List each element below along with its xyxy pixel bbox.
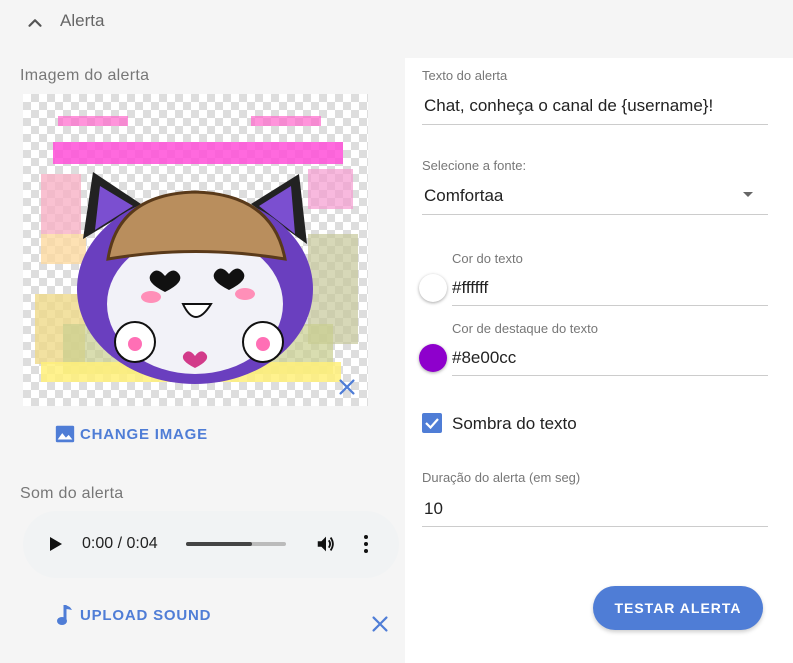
audio-player[interactable]: 0:00 / 0:04 [23, 511, 399, 578]
duration-label: Duração do alerta (em seg) [422, 470, 581, 485]
text-shadow-label[interactable]: Sombra do texto [452, 414, 577, 434]
audio-progress [186, 542, 252, 546]
remove-sound-icon[interactable] [369, 613, 391, 635]
change-image-label: CHANGE IMAGE [80, 425, 208, 443]
image-icon [55, 425, 75, 443]
alert-text-label: Texto do alerta [422, 68, 508, 83]
sound-section-label: Som do alerta [20, 485, 124, 502]
image-section-label: Imagem do alerta [20, 67, 150, 84]
alert-image [35, 116, 358, 384]
audio-time: 0:00 / 0:04 [82, 535, 158, 552]
highlight-color-input[interactable]: #8e00cc [452, 348, 516, 368]
text-color-input[interactable]: #ffffff [452, 278, 488, 298]
test-alert-label: TESTAR ALERTA [614, 600, 742, 616]
text-color-underline [452, 305, 768, 306]
chevron-up-icon[interactable] [24, 12, 46, 34]
text-color-swatch[interactable] [419, 274, 447, 302]
duration-input[interactable]: 10 [424, 499, 443, 519]
text-color-label: Cor do texto [452, 251, 523, 266]
text-shadow-checkbox[interactable] [422, 413, 442, 433]
check-icon [425, 418, 439, 430]
section-header[interactable]: Alerta [0, 0, 793, 58]
highlight-color-underline [452, 375, 768, 376]
change-image-button[interactable]: CHANGE IMAGE [54, 423, 208, 445]
font-select[interactable]: Comfortaa [424, 186, 503, 206]
font-select-underline [422, 214, 768, 215]
alert-image-preview [23, 94, 368, 406]
more-options-icon[interactable] [361, 533, 371, 555]
alert-text-underline [422, 124, 768, 125]
section-title: Alerta [60, 11, 105, 30]
highlight-color-swatch[interactable] [419, 344, 447, 372]
test-alert-button[interactable]: TESTAR ALERTA [593, 586, 763, 630]
music-note-icon [57, 605, 72, 625]
play-icon[interactable] [49, 536, 63, 552]
remove-image-icon[interactable] [336, 376, 358, 398]
upload-sound-button[interactable]: UPLOAD SOUND [56, 603, 211, 627]
duration-underline [422, 526, 768, 527]
audio-seek-bar[interactable] [186, 542, 286, 546]
highlight-color-label: Cor de destaque do texto [452, 321, 598, 336]
volume-icon[interactable] [315, 533, 337, 555]
dropdown-arrow-icon[interactable] [743, 192, 753, 197]
upload-sound-label: UPLOAD SOUND [80, 606, 212, 624]
alert-text-input[interactable]: Chat, conheça o canal de {username}! [424, 96, 713, 116]
font-select-label: Selecione a fonte: [422, 158, 527, 173]
